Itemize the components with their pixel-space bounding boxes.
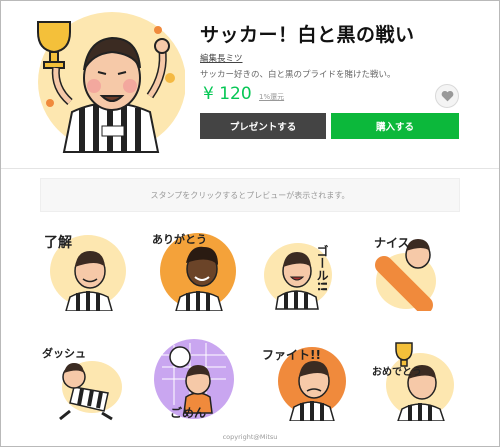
buy-button[interactable]: 購入する <box>331 113 459 139</box>
heart-icon <box>441 90 453 102</box>
sticker-1[interactable]: 了解 <box>40 225 128 311</box>
sticker-8[interactable]: おめでとう <box>370 335 458 421</box>
sticker-title: サッカー！白と黒の戦い <box>200 24 415 46</box>
sticker-6[interactable]: ごめん <box>150 335 238 421</box>
divider <box>1 168 499 169</box>
sticker-3-text: ゴール!! <box>315 244 329 292</box>
sticker-6-text: ごめん <box>170 405 206 420</box>
sticker-2-text: ありがとう <box>152 232 207 246</box>
price: ¥ 120 <box>203 84 252 104</box>
sticker-4-text: ナイス <box>374 236 410 250</box>
sticker-7-text: ファイト!! <box>262 348 321 362</box>
reward-link[interactable]: 1%還元 <box>259 92 284 102</box>
favorite-button[interactable] <box>435 84 459 108</box>
sticker-4[interactable]: ナイス <box>370 225 458 311</box>
sticker-8-text: おめでとう <box>372 366 422 378</box>
sticker-3[interactable]: ゴール!! <box>260 225 348 311</box>
sticker-5-text: ダッシュ <box>42 346 86 360</box>
sticker-7[interactable]: ファイト!! <box>260 335 348 421</box>
sticker-2[interactable]: ありがとう <box>150 225 238 311</box>
main-sticker-image <box>37 12 185 153</box>
sticker-description: サッカー好きの、白と黒のプライドを賭けた戦い。 <box>200 70 396 80</box>
sticker-1-text: 了解 <box>44 234 72 251</box>
sticker-5[interactable]: ダッシュ <box>40 335 128 421</box>
present-button[interactable]: プレゼントする <box>200 113 326 139</box>
author-link[interactable]: 編集長ミツ <box>200 52 243 64</box>
copyright: copyright@Mitsu <box>222 433 278 441</box>
preview-hint: スタンプをクリックするとプレビューが表示されます。 <box>40 178 460 212</box>
